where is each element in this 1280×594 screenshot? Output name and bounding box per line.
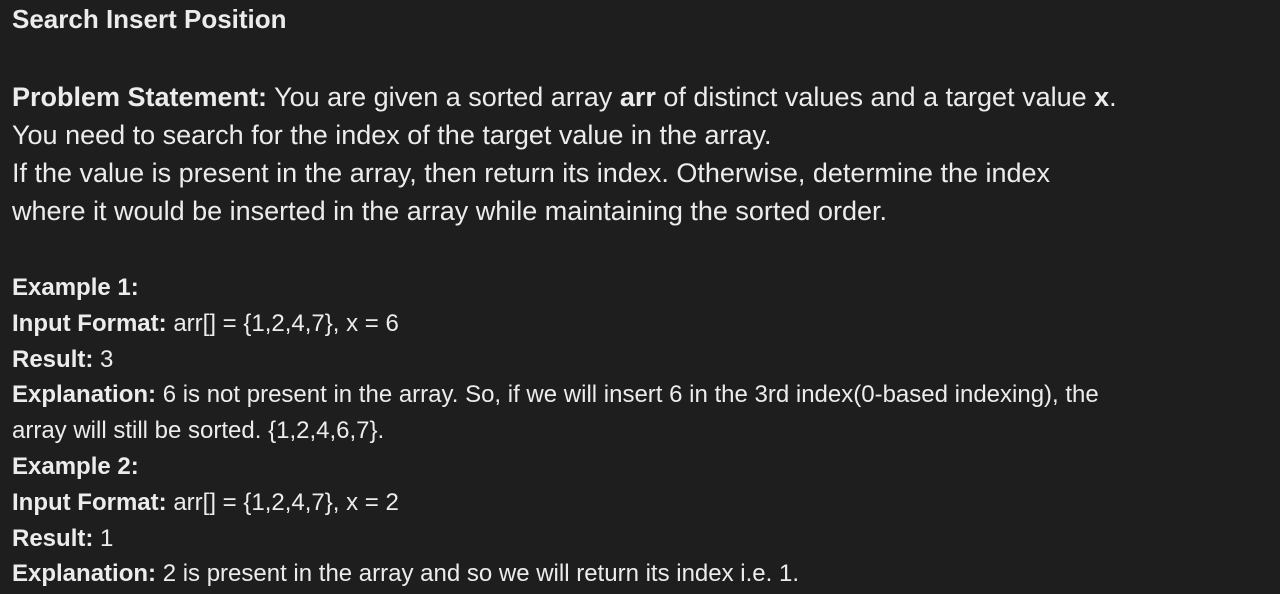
statement-x-keyword: x xyxy=(1094,82,1110,112)
example-2-input-value: arr[] = {1,2,4,7}, x = 2 xyxy=(173,488,399,516)
example-2-input-label: Input Format: xyxy=(12,488,167,516)
example-1-input: Input Format: arr[] = {1,2,4,7}, x = 6 xyxy=(12,306,1274,342)
example-1-heading: Example 1: xyxy=(12,270,1274,306)
example-2-explanation-label: Explanation: xyxy=(12,560,157,588)
page-title: Search Insert Position xyxy=(12,4,287,34)
example-1-explanation: Explanation: 6 is not present in the arr… xyxy=(12,377,1274,413)
statement-line-2: You need to search for the index of the … xyxy=(12,120,772,150)
problem-document: Search Insert Position Problem Statement… xyxy=(12,0,1274,594)
statement-line-4: where it would be inserted in the array … xyxy=(12,196,887,226)
problem-statement: Problem Statement: You are given a sorte… xyxy=(12,78,1274,230)
example-2-result-label: Result: xyxy=(12,524,94,552)
example-1-input-value: arr[] = {1,2,4,7}, x = 6 xyxy=(173,309,399,337)
example-2-result: Result: 1 xyxy=(12,521,1274,557)
example-2-explanation: Explanation: 2 is present in the array a… xyxy=(12,556,1274,592)
examples-section: Example 1: Input Format: arr[] = {1,2,4,… xyxy=(12,270,1274,592)
statement-line-1: Problem Statement: You are given a sorte… xyxy=(12,78,1274,116)
statement-line-3: If the value is present in the array, th… xyxy=(12,158,1051,188)
example-2-result-value: 1 xyxy=(100,524,114,552)
example-2-input: Input Format: arr[] = {1,2,4,7}, x = 2 xyxy=(12,485,1274,521)
example-1-result: Result: 3 xyxy=(12,342,1274,378)
example-2-explanation-text: 2 is present in the array and so we will… xyxy=(162,560,799,588)
example-1-result-label: Result: xyxy=(12,345,94,373)
example-1-result-value: 3 xyxy=(100,345,114,373)
statement-text-b: of distinct values and a target value xyxy=(663,82,1087,112)
statement-period: . xyxy=(1109,82,1117,112)
example-2-heading: Example 2: xyxy=(12,449,1274,485)
statement-label: Problem Statement: xyxy=(12,82,268,112)
example-1-explanation-cont: array will still be sorted. {1,2,4,6,7}. xyxy=(12,417,385,445)
example-1-input-label: Input Format: xyxy=(12,309,167,337)
statement-arr-keyword: arr xyxy=(619,82,656,112)
example-1-explanation-text: 6 is not present in the array. So, if we… xyxy=(162,381,1099,409)
example-1-explanation-label: Explanation: xyxy=(12,381,157,409)
statement-text-a: You are given a sorted array xyxy=(274,82,613,112)
example-2-heading-text: Example 2: xyxy=(12,452,139,480)
example-1-heading-text: Example 1: xyxy=(12,274,139,301)
